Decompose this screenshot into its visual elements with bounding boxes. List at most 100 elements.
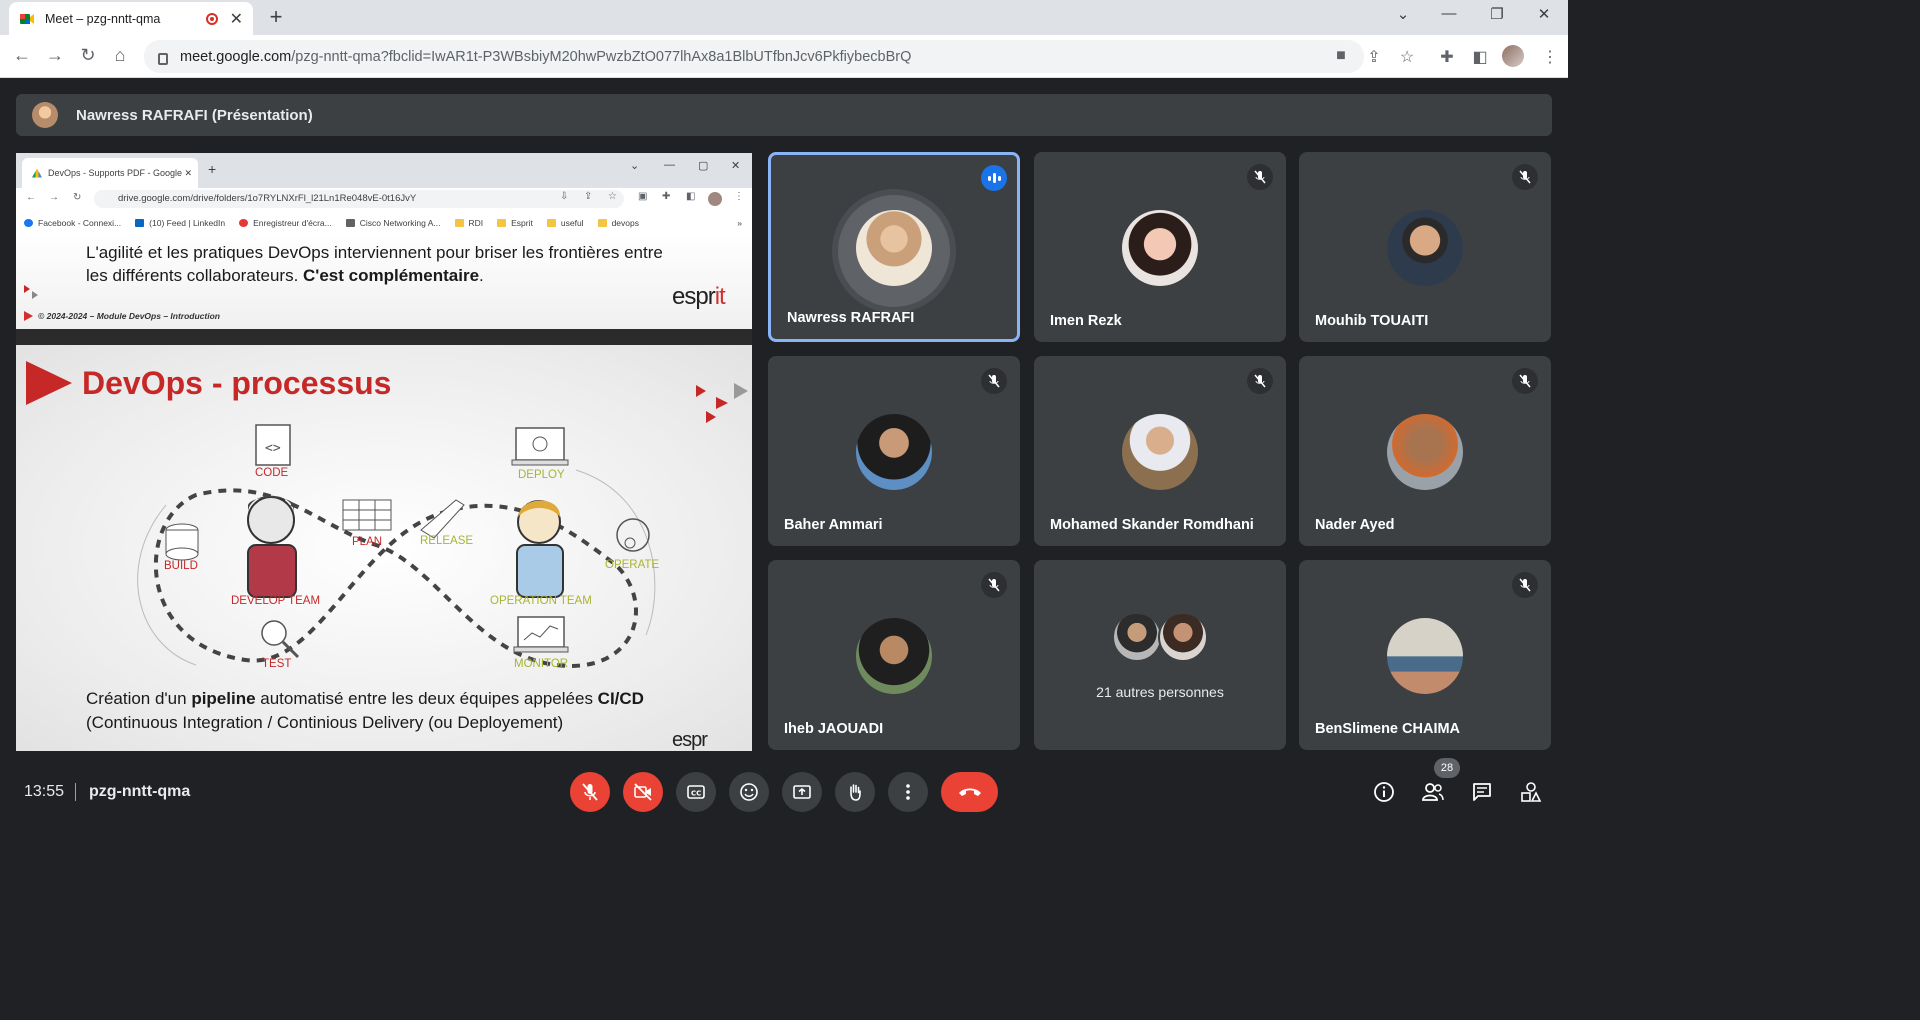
mic-off-icon: [1512, 164, 1538, 190]
meeting-code: pzg-nntt-qma: [89, 783, 191, 800]
database-icon: [165, 523, 199, 561]
bookmark-star-icon[interactable]: ☆: [1397, 47, 1417, 67]
lock-icon: [158, 52, 168, 65]
present-screen-icon: [793, 785, 811, 799]
close-tab-icon[interactable]: ✕: [230, 9, 243, 29]
bookmarks-more-icon: »: [737, 218, 742, 228]
browser-tab-meet[interactable]: Meet – pzg-nntt-qma ✕: [9, 2, 253, 35]
captions-button[interactable]: CC: [676, 772, 716, 812]
camera-icon[interactable]: ■: [1331, 47, 1351, 65]
avatar: [856, 414, 932, 490]
chat-button[interactable]: [1469, 779, 1495, 805]
shared-browser-window: DevOps - Supports PDF - Google ✕ + ⌄ — ▢…: [16, 153, 752, 233]
browser-tab-title: Meet – pzg-nntt-qma: [45, 11, 161, 26]
bookmark-item: (10) Feed | LinkedIn: [135, 218, 225, 228]
label-plan: PLAN: [352, 536, 383, 548]
plan-icon: [342, 499, 392, 531]
participant-tile[interactable]: Nawress RAFRAFI: [768, 152, 1020, 342]
bookmark-item: Cisco Networking A...: [345, 218, 441, 228]
participant-count-badge: 28: [1434, 758, 1460, 778]
slide-divider: [16, 329, 752, 345]
toggle-camera-button[interactable]: [623, 772, 663, 812]
tab-search-icon[interactable]: ⌄: [1393, 5, 1413, 23]
meeting-clock: 13:55: [24, 783, 65, 800]
captions-icon: CC: [687, 785, 705, 799]
camera-off-icon: [634, 783, 652, 801]
bookmark-item: Facebook - Connexi...: [24, 218, 121, 228]
participant-tile[interactable]: Baher Ammari: [768, 356, 1020, 546]
shared-bookmarks-bar: Facebook - Connexi... (10) Feed | Linked…: [16, 213, 752, 233]
address-bar[interactable]: meet.google.com/pzg-nntt-qma?fbclid=IwAR…: [144, 40, 1364, 73]
minimize-icon[interactable]: —: [1439, 5, 1459, 22]
participant-tile[interactable]: Iheb JAOUADI: [768, 560, 1020, 750]
participant-name: Mouhib TOUAITI: [1315, 313, 1429, 329]
label-operate: OPERATE: [605, 559, 660, 571]
presenter-bar: Nawress RAFRAFI (Présentation): [16, 94, 1552, 136]
bookmark-icon: [135, 219, 145, 227]
others-tile[interactable]: 21 autres personnes: [1034, 560, 1286, 750]
toggle-mic-button[interactable]: [570, 772, 610, 812]
shared-back-icon: ←: [26, 192, 36, 203]
side-panel-icon[interactable]: ◧: [1470, 47, 1490, 67]
forward-icon[interactable]: →: [44, 45, 66, 66]
meet-icon: [19, 11, 35, 27]
leave-call-button[interactable]: [941, 772, 998, 812]
mic-off-icon: [582, 783, 598, 801]
participant-tile[interactable]: Imen Rezk: [1034, 152, 1286, 342]
slide-bottom-line2: (Continuous Integration / Continious Del…: [86, 713, 564, 732]
reactions-button[interactable]: [729, 772, 769, 812]
participant-tile[interactable]: Mohamed Skander Romdhani: [1034, 356, 1286, 546]
google-drive-icon: [32, 168, 42, 178]
participant-name: Mohamed Skander Romdhani: [1050, 517, 1254, 533]
label-develop-team: DEVELOP TEAM: [231, 595, 321, 607]
more-options-button[interactable]: [888, 772, 928, 812]
deploy-icon: [511, 427, 569, 466]
decor-triangles-icon: [696, 383, 748, 423]
participant-tile[interactable]: Mouhib TOUAITI: [1299, 152, 1551, 342]
shared-install-icon: ⇩: [560, 191, 569, 202]
browser-tab-strip: Meet – pzg-nntt-qma ✕ + ⌄ — ❐ ✕: [0, 0, 1568, 35]
extensions-icon[interactable]: ✚: [1437, 47, 1457, 67]
slide-copyright: © 2024-2024 – Module DevOps – Introducti…: [24, 311, 220, 321]
reload-icon[interactable]: ↻: [77, 45, 99, 66]
shared-star-icon: ☆: [608, 191, 617, 202]
bookmark-icon: [24, 219, 33, 227]
developer-icon: [247, 495, 297, 598]
test-icon: [261, 620, 300, 659]
shared-ext-icon: ▣: [638, 191, 648, 202]
home-icon[interactable]: ⌂: [109, 45, 131, 66]
menu-icon[interactable]: ⋮: [1540, 47, 1560, 67]
bookmark-item: devops: [597, 218, 639, 228]
present-button[interactable]: [782, 772, 822, 812]
shared-share-icon: ⇪: [584, 191, 593, 202]
operator-icon: [516, 500, 564, 598]
activities-button[interactable]: [1518, 779, 1544, 805]
raise-hand-button[interactable]: [835, 772, 875, 812]
shared-puzzle-icon: ✚: [662, 191, 671, 202]
participant-name: Nawress RAFRAFI: [787, 310, 915, 326]
hang-up-icon: [958, 788, 981, 796]
restore-icon[interactable]: ❐: [1487, 5, 1507, 23]
share-icon[interactable]: ⇪: [1364, 47, 1384, 67]
avatar: [1387, 210, 1463, 286]
avatar: [1158, 612, 1208, 662]
meeting-details-button[interactable]: [1371, 779, 1397, 805]
shared-toolbar: ← → ↻ drive.google.com/drive/folders/1o7…: [16, 188, 752, 210]
hand-icon: [850, 784, 861, 801]
profile-avatar[interactable]: [1502, 45, 1524, 67]
bookmark-item: Enregistreur d'écra...: [239, 218, 332, 228]
participant-tile[interactable]: Nader Ayed: [1299, 356, 1551, 546]
close-window-icon[interactable]: ✕: [1534, 5, 1554, 23]
back-icon[interactable]: ←: [11, 45, 33, 66]
people-icon: [1422, 783, 1444, 801]
folder-icon: [597, 219, 607, 227]
people-button[interactable]: [1420, 779, 1446, 805]
participant-name: Baher Ammari: [784, 517, 883, 533]
participant-tile[interactable]: BenSlimene CHAIMA: [1299, 560, 1551, 750]
shared-new-tab-icon: +: [208, 161, 217, 177]
avatar: [1122, 210, 1198, 286]
new-tab-button[interactable]: +: [265, 4, 287, 30]
participant-name: BenSlimene CHAIMA: [1315, 721, 1461, 737]
mic-off-icon: [1247, 164, 1273, 190]
shared-tab-strip: DevOps - Supports PDF - Google ✕ + ⌄ — ▢…: [16, 153, 752, 188]
